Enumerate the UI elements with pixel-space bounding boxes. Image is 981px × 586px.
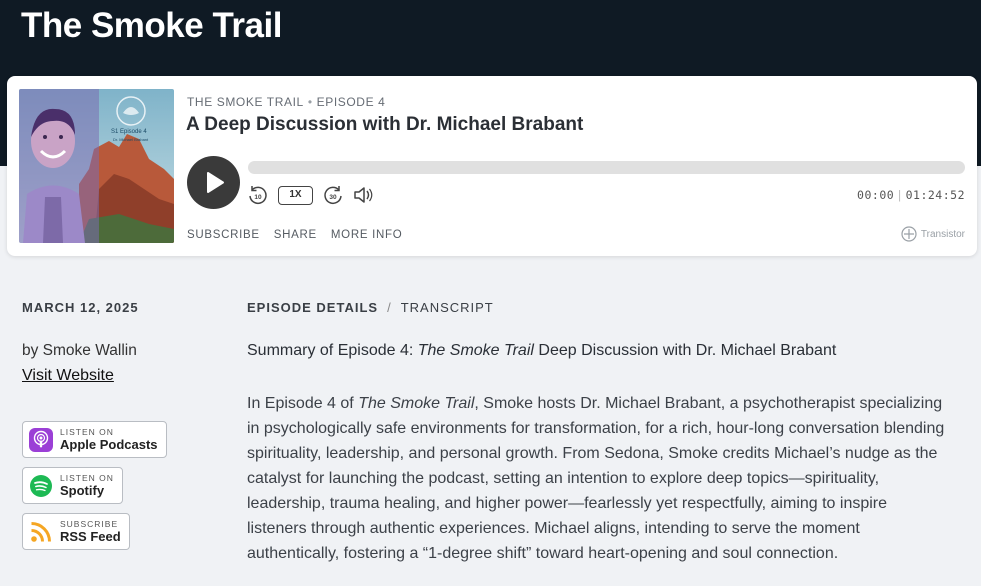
description-text: , Smoke hosts Dr. Michael Brabant, a psy… [247,395,945,562]
more-info-link[interactable]: MORE INFO [331,229,402,241]
cover-text-guest: Dr. Michael Brabant [113,137,149,142]
rss-feed-badge[interactable]: SUBSCRIBE RSS Feed [22,513,130,550]
episode-number: EPISODE 4 [316,95,386,109]
transistor-logo-icon [901,226,917,242]
forward-30-button[interactable]: 30 [322,184,344,211]
spotify-badge[interactable]: LISTEN ON Spotify [22,467,123,504]
summary-show-title: The Smoke Trail [417,342,534,359]
episode-cover-art: S1 Episode 4 Dr. Michael Brabant [19,89,174,243]
time-current: 00:00 [857,188,895,202]
summary-prefix: Summary of Episode 4: [247,342,418,359]
share-link[interactable]: SHARE [274,229,317,241]
rewind-10-button[interactable]: 10 [247,184,269,211]
badge-small-text: LISTEN ON [60,472,114,483]
tab-episode-details[interactable]: EPISODE DETAILS [247,300,378,315]
play-button[interactable] [187,156,240,209]
description-show-title: The Smoke Trail [358,395,475,412]
progress-bar[interactable] [248,161,965,174]
meta-dot: • [307,95,313,109]
spotify-icon [30,474,52,497]
apple-podcasts-badge[interactable]: LISTEN ON Apple Podcasts [22,421,167,458]
forward-30-icon: 30 [324,186,342,205]
time-display: 00:00 | 01:24:52 [857,188,965,202]
episode-title: A Deep Discussion with Dr. Michael Braba… [186,114,584,135]
episode-meta: THE SMOKE TRAIL • EPISODE 4 [187,95,385,109]
apple-podcasts-icon [29,427,53,452]
transistor-branding[interactable]: Transistor [901,226,965,242]
volume-icon [354,187,373,203]
visit-website-link[interactable]: Visit Website [22,367,114,385]
time-separator: | [896,188,904,202]
svg-text:10: 10 [254,194,262,201]
rss-icon [31,521,51,542]
badge-big-text: Spotify [60,483,105,499]
description-prefix: In Episode 4 of [247,395,359,412]
tab-transcript[interactable]: TRANSCRIPT [401,300,494,315]
badge-small-text: SUBSCRIBE [60,518,119,529]
transistor-label: Transistor [920,228,965,240]
svg-text:30: 30 [329,194,337,201]
volume-button[interactable] [352,184,376,211]
cover-text-episode: S1 Episode 4 [111,129,147,135]
player-links: SUBSCRIBE SHARE MORE INFO [187,229,416,241]
badge-small-text: LISTEN ON [60,426,114,437]
show-name: THE SMOKE TRAIL [187,95,304,109]
episode-summary-heading: Summary of Episode 4: The Smoke Trail De… [247,342,836,360]
site-title: The Smoke Trail [21,6,282,45]
subscribe-link[interactable]: SUBSCRIBE [187,229,260,241]
badge-big-text: Apple Podcasts [60,437,158,453]
content-tabs: EPISODE DETAILS / TRANSCRIPT [247,300,494,315]
play-icon [207,172,224,193]
time-total: 01:24:52 [905,188,965,202]
summary-suffix: Deep Discussion with Dr. Michael Brabant [533,342,837,359]
playback-speed-button[interactable]: 1X [278,186,313,205]
episode-date: MARCH 12, 2025 [22,300,139,315]
episode-author: by Smoke Wallin [22,342,137,359]
episode-description: In Episode 4 of The Smoke Trail, Smoke h… [247,391,947,566]
badge-big-text: RSS Feed [60,529,121,545]
rewind-10-icon: 10 [249,186,267,205]
tab-separator: / [387,300,392,315]
podcast-player: S1 Episode 4 Dr. Michael Brabant THE SMO… [7,76,977,256]
